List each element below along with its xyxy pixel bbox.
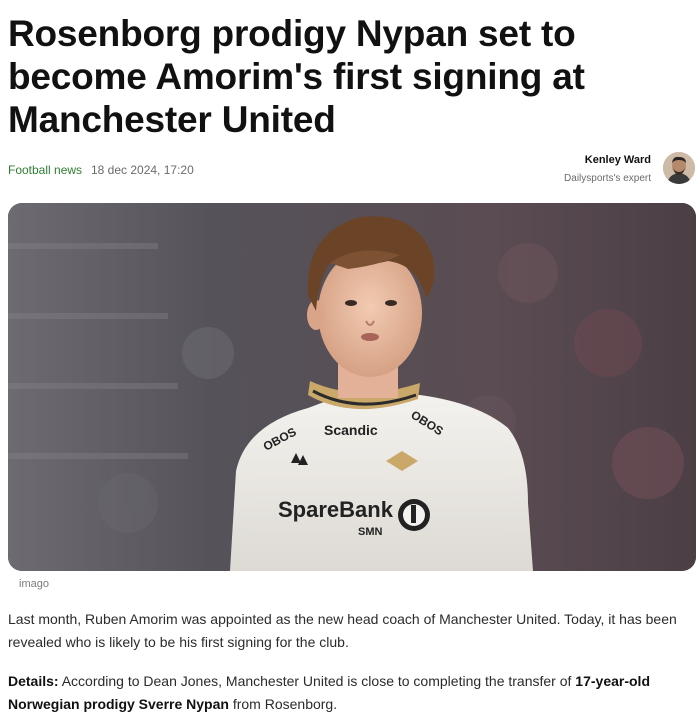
paragraph-2-text-after: from Rosenborg. (228, 696, 338, 712)
article-paragraph-1: Last month, Ruben Amorim was appointed a… (8, 611, 677, 650)
publish-date: 18 dec 2024, 17:20 (91, 163, 194, 177)
author-avatar[interactable] (663, 152, 695, 184)
author-info[interactable]: Kenley Ward Dailysports's expert (564, 152, 651, 187)
shirt-sponsor-text: Scandic (324, 422, 378, 438)
article-hero-image: Scandic OBOS OBOS SpareBank SMN (8, 203, 696, 571)
details-label: Details: (8, 673, 59, 689)
article-paragraph-2: Details: According to Dean Jones, Manche… (8, 670, 692, 716)
category-link[interactable]: Football news (8, 163, 82, 177)
avatar-image (663, 152, 695, 184)
player-photo: Scandic OBOS OBOS SpareBank SMN (8, 203, 696, 571)
shirt-bank-text: SpareBank (278, 497, 394, 522)
image-credit: imago (19, 578, 49, 590)
article-meta: Football news 18 dec 2024, 17:20 Kenley … (8, 152, 695, 188)
paragraph-2-text-before: According to Dean Jones, Manchester Unit… (58, 673, 576, 689)
article-headline: Rosenborg prodigy Nypan set to become Am… (8, 13, 585, 140)
author-name[interactable]: Kenley Ward (564, 152, 651, 168)
shirt-bank-sub: SMN (358, 526, 383, 538)
author-role: Dailysports's expert (564, 173, 651, 184)
